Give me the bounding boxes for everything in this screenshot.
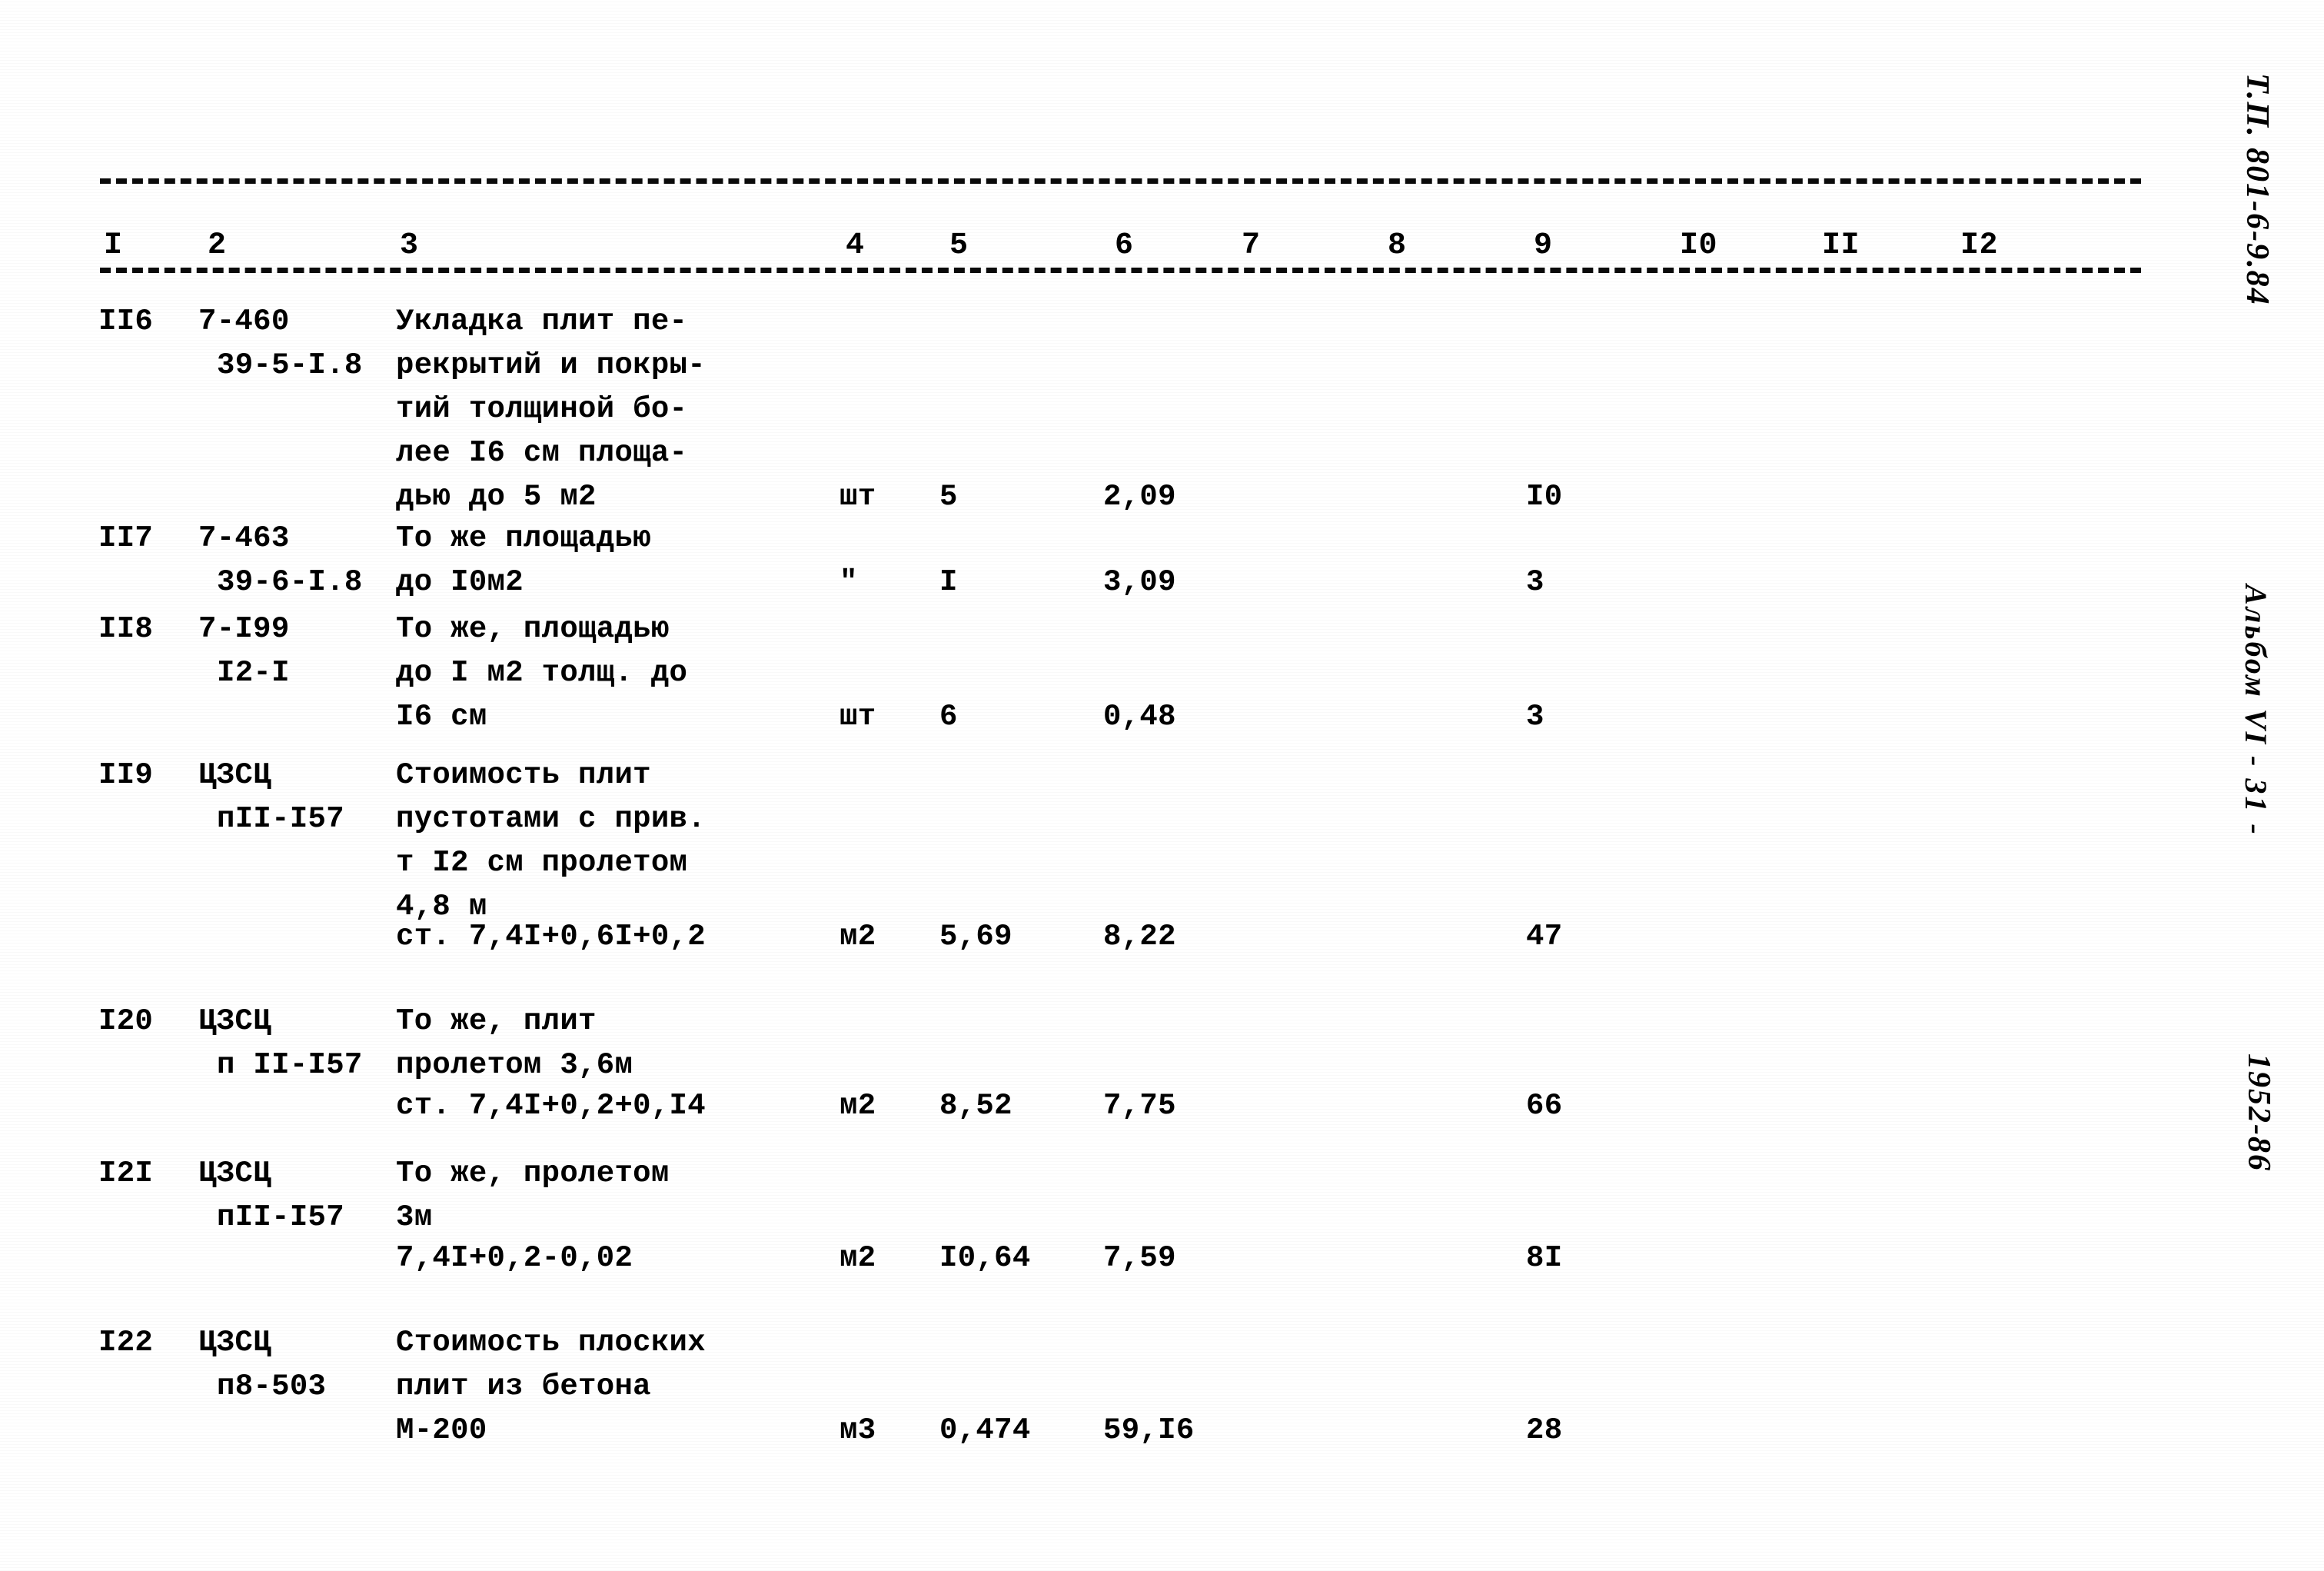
row-code-secondary: I2-I xyxy=(217,656,290,690)
column-header-10: I0 xyxy=(1680,228,1718,263)
row-unit: м2 xyxy=(839,1241,876,1275)
row-unit: шт xyxy=(839,480,876,514)
row-code-secondary: 39-5-I.8 xyxy=(217,348,363,382)
row-column9-value: 3 xyxy=(1526,565,1544,599)
dashed-rule-header xyxy=(100,268,2141,273)
row-quantity: 8,52 xyxy=(939,1089,1012,1123)
row-code-primary: ЦЗСЦ xyxy=(198,1326,271,1360)
column-header-12: I2 xyxy=(1960,228,1999,263)
row-formula: ст. 7,4I+0,6I+0,2 xyxy=(396,920,706,954)
row-price: 3,09 xyxy=(1103,565,1176,599)
row-quantity: 0,474 xyxy=(939,1413,1031,1447)
row-quantity: I0,64 xyxy=(939,1241,1031,1275)
row-number: II9 xyxy=(98,758,154,792)
column-header-8: 8 xyxy=(1388,228,1407,263)
row-unit: м2 xyxy=(839,1089,876,1123)
row-code-primary: ЦЗСЦ xyxy=(198,1004,271,1038)
column-header-3: 3 xyxy=(400,228,419,263)
row-description: То же, пролетом 3м xyxy=(396,1157,670,1234)
row-quantity: I xyxy=(939,565,958,599)
column-header-2: 2 xyxy=(208,228,227,263)
row-quantity: 6 xyxy=(939,700,958,734)
row-code-secondary: 39-6-I.8 xyxy=(217,565,363,599)
row-column9-value: 28 xyxy=(1526,1413,1563,1447)
margin-project-code: Т.П. 801-6-9.84 xyxy=(2239,73,2275,306)
row-code-secondary: п8-503 xyxy=(217,1370,327,1403)
row-code-secondary: п II-I57 xyxy=(217,1048,363,1082)
row-code-secondary: пII-I57 xyxy=(217,802,344,836)
column-header-9: 9 xyxy=(1534,228,1553,263)
dashed-rule-top xyxy=(100,178,2141,184)
row-number: II7 xyxy=(98,521,154,555)
row-column9-value: 3 xyxy=(1526,700,1544,734)
column-header-1: I xyxy=(104,228,123,263)
row-description: То же площадью до I0м2 xyxy=(396,521,651,599)
row-price: 0,48 xyxy=(1103,700,1176,734)
row-unit: м3 xyxy=(839,1413,876,1447)
row-code-primary: 7-I99 xyxy=(198,612,290,646)
row-code-primary: ЦЗСЦ xyxy=(198,1157,271,1190)
column-header-11: II xyxy=(1822,228,1860,263)
row-price: 7,75 xyxy=(1103,1089,1176,1123)
row-number: II6 xyxy=(98,305,154,338)
row-description: Стоимость плоских плит из бетона М-200 xyxy=(396,1326,706,1447)
row-code-primary: 7-460 xyxy=(198,305,290,338)
row-description: Стоимость плит пустотами с прив. т I2 см… xyxy=(396,758,706,924)
margin-album-label: Альбом VI - 31 - xyxy=(2239,584,2273,837)
row-number: I20 xyxy=(98,1004,154,1038)
row-column9-value: I0 xyxy=(1526,480,1563,514)
row-quantity: 5 xyxy=(939,480,958,514)
row-quantity: 5,69 xyxy=(939,920,1012,954)
row-formula: ст. 7,4I+0,2+0,I4 xyxy=(396,1089,706,1123)
column-header-5: 5 xyxy=(949,228,969,263)
row-description: То же, плит пролетом 3,6м xyxy=(396,1004,633,1082)
row-price: 7,59 xyxy=(1103,1241,1176,1275)
row-price: 2,09 xyxy=(1103,480,1176,514)
row-formula: 7,4I+0,2-0,02 xyxy=(396,1241,633,1275)
row-description: То же, площадью до I м2 толщ. до I6 см xyxy=(396,612,688,734)
row-column9-value: 8I xyxy=(1526,1241,1563,1275)
column-header-7: 7 xyxy=(1242,228,1261,263)
row-description: Укладка плит пе- рекрытий и покры- тий т… xyxy=(396,305,706,514)
row-unit: " xyxy=(839,565,858,599)
row-column9-value: 47 xyxy=(1526,920,1563,954)
document-page: I 2 3 4 5 6 7 8 9 I0 II I2 II6 7-460 39-5-I.8 Укладка … xyxy=(0,0,2324,1571)
margin-document-number: 1952-86 xyxy=(2241,1053,2276,1172)
row-price: 8,22 xyxy=(1103,920,1176,954)
row-column9-value: 66 xyxy=(1526,1089,1563,1123)
column-header-6: 6 xyxy=(1115,228,1134,263)
row-code-primary: 7-463 xyxy=(198,521,290,555)
row-number: II8 xyxy=(98,612,154,646)
row-price: 59,I6 xyxy=(1103,1413,1195,1447)
row-number: I22 xyxy=(98,1326,154,1360)
row-number: I2I xyxy=(98,1157,154,1190)
row-code-secondary: пII-I57 xyxy=(217,1200,344,1234)
row-code-primary: ЦЗСЦ xyxy=(198,758,271,792)
column-header-4: 4 xyxy=(846,228,865,263)
row-unit: м2 xyxy=(839,920,876,954)
row-unit: шт xyxy=(839,700,876,734)
